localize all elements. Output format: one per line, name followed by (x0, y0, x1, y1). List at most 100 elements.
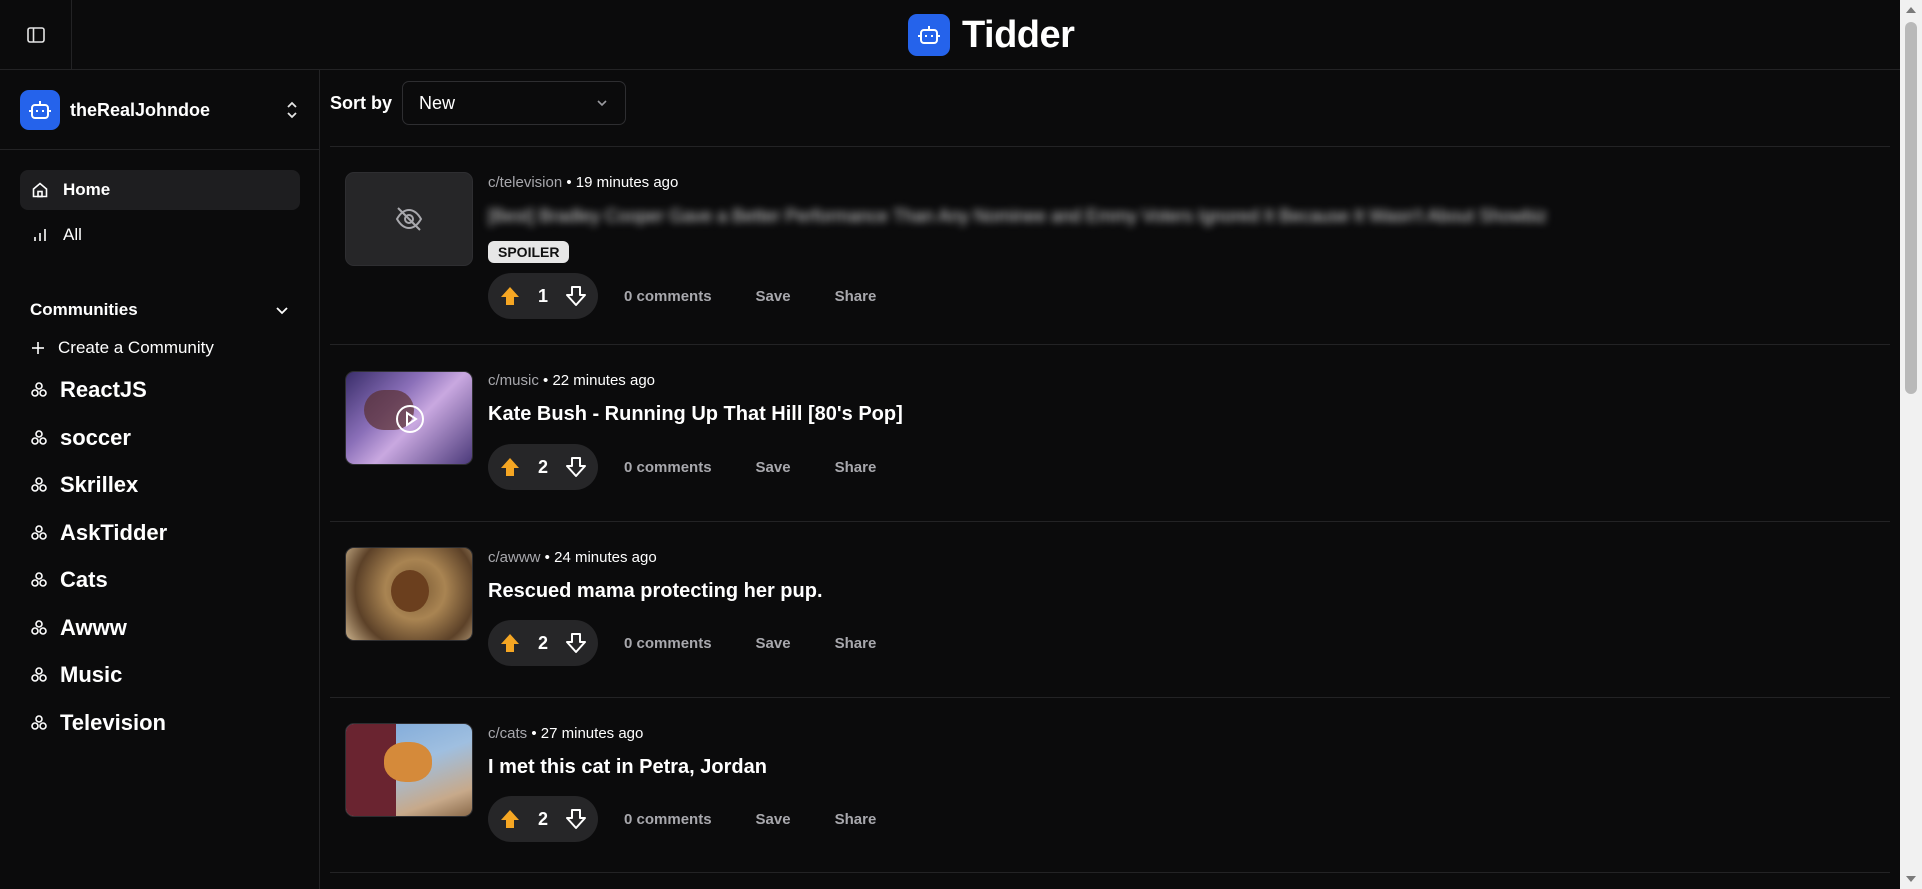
meta-separator: • (562, 174, 576, 191)
post-actions: 2 0 comments Save Share (488, 444, 876, 490)
community-icon (31, 620, 47, 635)
user-switcher[interactable]: theRealJohndoe (20, 90, 300, 130)
upvote-icon[interactable] (498, 807, 522, 831)
app-name: Tidder (962, 13, 1075, 56)
post-card: c/television • 19 minutes ago [Best] Bra… (330, 146, 1890, 344)
scroll-down-arrow[interactable] (1906, 876, 1916, 882)
plus-icon (32, 342, 44, 354)
meta-separator: • (538, 372, 553, 389)
sidebar-item-asktidder[interactable]: AskTidder (30, 516, 167, 550)
save-button[interactable]: Save (756, 811, 791, 828)
post-title[interactable]: Rescued mama protecting her pup. (488, 580, 823, 603)
vote-count: 1 (537, 285, 548, 306)
post-thumbnail[interactable] (345, 172, 473, 266)
meta-separator: • (540, 549, 555, 566)
vote-count: 2 (537, 456, 548, 477)
community-label: Television (60, 710, 166, 735)
save-button[interactable]: Save (756, 459, 791, 476)
sidebar-item-cats[interactable]: Cats (30, 563, 108, 597)
downvote-icon[interactable] (564, 631, 588, 655)
post-thumbnail[interactable] (345, 723, 473, 817)
sidebar-item-all[interactable]: All (20, 215, 300, 255)
upvote-icon[interactable] (498, 455, 522, 479)
comments-link[interactable]: 0 comments (624, 811, 712, 828)
top-bar: Tidder (0, 0, 1900, 70)
sidebar-item-skrillex[interactable]: Skrillex (30, 468, 138, 502)
comments-link[interactable]: 0 comments (624, 459, 712, 476)
post-time: 22 minutes ago (552, 372, 656, 389)
post-community[interactable]: c/cats (488, 725, 527, 742)
community-icon (31, 430, 47, 445)
sidebar-item-home[interactable]: Home (20, 170, 300, 210)
sidebar-item-music[interactable]: Music (30, 658, 122, 692)
share-button[interactable]: Share (835, 635, 877, 652)
post-card: c/awww • 24 minutes ago Rescued mama pro… (330, 521, 1890, 697)
eye-off-icon (395, 207, 423, 231)
post-title[interactable]: [Best] Bradley Cooper Gave a Better Perf… (488, 206, 1547, 227)
share-button[interactable]: Share (835, 811, 877, 828)
communities-title: Communities (30, 300, 138, 319)
communities-toggle[interactable]: Communities (30, 295, 290, 325)
create-community-button[interactable]: Create a Community (30, 333, 214, 363)
username: theRealJohndoe (70, 99, 211, 120)
sidebar-item-reactjs[interactable]: ReactJS (30, 373, 147, 407)
vote-control: 1 (488, 273, 598, 319)
post-meta: c/music • 22 minutes ago (488, 372, 655, 389)
bar-chart-icon (34, 229, 46, 241)
community-label: Awww (60, 615, 127, 640)
save-button[interactable]: Save (756, 288, 791, 305)
scroll-thumb[interactable] (1905, 22, 1917, 394)
sidebar-item-soccer[interactable]: soccer (30, 421, 131, 455)
post-time: 19 minutes ago (575, 174, 679, 191)
page-scrollbar[interactable] (1900, 0, 1922, 889)
post-time: 27 minutes ago (540, 725, 644, 742)
post-thumbnail[interactable] (345, 371, 473, 465)
upvote-icon[interactable] (498, 284, 522, 308)
sidebar: theRealJohndoe Home All Communities Crea… (0, 70, 320, 889)
meta-separator: • (527, 725, 541, 742)
sort-select[interactable]: New (402, 81, 627, 125)
robot-avatar-icon (29, 101, 51, 119)
sort-label: Sort by (330, 92, 393, 113)
share-button[interactable]: Share (835, 288, 877, 305)
vote-count: 2 (537, 808, 548, 829)
post-title[interactable]: I met this cat in Petra, Jordan (488, 756, 767, 779)
chevron-down-icon (276, 307, 288, 315)
post-community[interactable]: c/television (488, 174, 562, 191)
sidebar-item-label: All (63, 225, 82, 244)
downvote-icon[interactable] (564, 284, 588, 308)
community-label: Skrillex (60, 472, 139, 497)
post-meta: c/television • 19 minutes ago (488, 174, 678, 191)
downvote-icon[interactable] (564, 807, 588, 831)
post-community[interactable]: c/music (488, 372, 539, 389)
chevron-up-down-icon (287, 101, 297, 119)
downvote-icon[interactable] (564, 455, 588, 479)
post-actions: 2 0 comments Save Share (488, 796, 876, 842)
community-label: soccer (60, 425, 131, 450)
sidebar-item-awww[interactable]: Awww (30, 611, 127, 645)
share-button[interactable]: Share (835, 459, 877, 476)
comments-link[interactable]: 0 comments (624, 288, 712, 305)
scroll-up-arrow[interactable] (1906, 7, 1916, 13)
save-button[interactable]: Save (756, 635, 791, 652)
post-community[interactable]: c/awww (488, 549, 541, 566)
brand[interactable]: Tidder (908, 13, 1075, 56)
post-title[interactable]: Kate Bush - Running Up That Hill [80's P… (488, 403, 903, 426)
comments-link[interactable]: 0 comments (624, 635, 712, 652)
play-icon (396, 405, 424, 433)
community-icon (31, 667, 47, 682)
post-card: c/music • 22 minutes ago Kate Bush - Run… (330, 344, 1890, 521)
divider (0, 149, 320, 150)
post-meta: c/awww • 24 minutes ago (488, 549, 657, 566)
avatar (20, 90, 60, 130)
feed: Sort by New c/television • 19 minutes ag… (330, 70, 1890, 889)
community-label: ReactJS (60, 377, 147, 402)
sidebar-item-television[interactable]: Television (30, 706, 166, 740)
upvote-icon[interactable] (498, 631, 522, 655)
community-icon (31, 382, 47, 397)
post-actions: 1 0 comments Save Share (488, 273, 876, 319)
sort-controls: Sort by New (330, 81, 627, 125)
post-thumbnail[interactable] (345, 547, 473, 641)
sort-value: New (419, 92, 456, 113)
sidebar-toggle-button[interactable] (0, 0, 72, 70)
